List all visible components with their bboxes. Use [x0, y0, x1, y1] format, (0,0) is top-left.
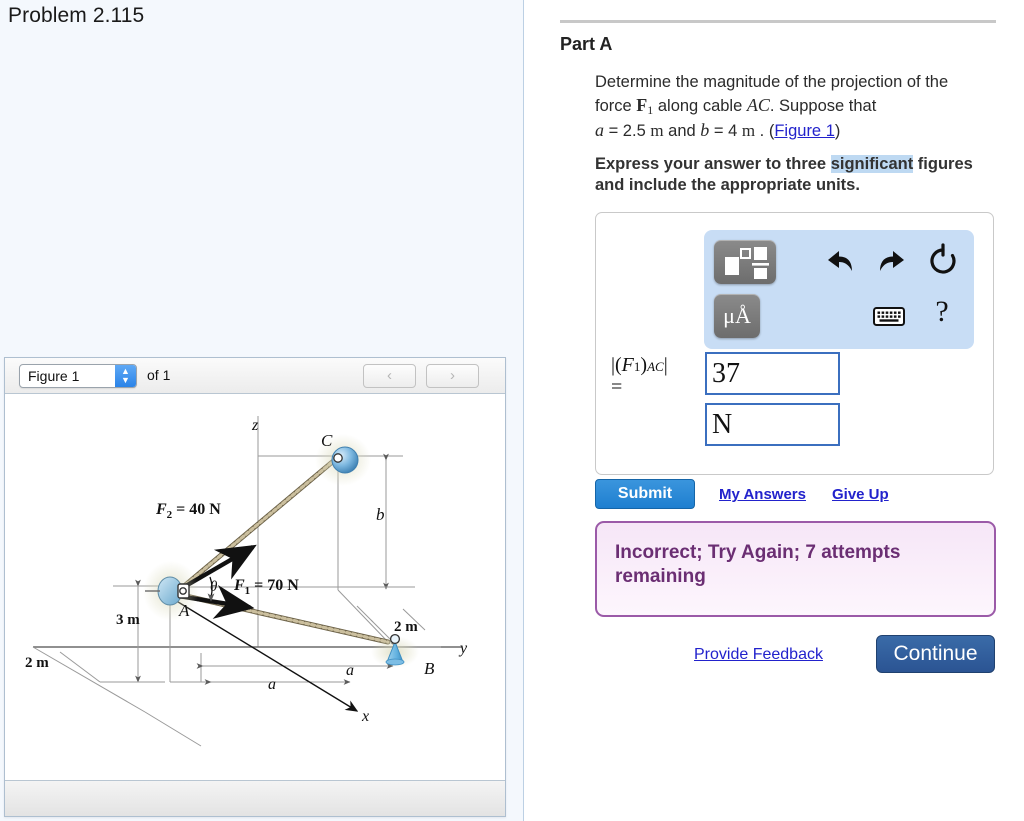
section-divider: [560, 20, 996, 23]
force-f2-label: F2 = 40 N: [155, 501, 221, 521]
dim-label-a-right: a: [346, 662, 354, 679]
variable-b-value: = 4: [709, 121, 738, 140]
provide-feedback-link[interactable]: Provide Feedback: [694, 646, 823, 664]
instructions-highlight: significant: [830, 155, 914, 173]
question-line-2-mid: along cable: [653, 96, 747, 115]
my-answers-link[interactable]: My Answers: [719, 486, 806, 503]
question-line-2-post: . Suppose that: [769, 96, 877, 115]
axis-label-y: y: [458, 640, 468, 657]
point-label-c: C: [321, 431, 333, 450]
instructions-text: Express your answer to three significant…: [595, 154, 995, 196]
answer-expression-label: |(F1)AC| =: [611, 354, 699, 398]
point-label-a: A: [178, 601, 190, 620]
answer-units-input[interactable]: [705, 403, 840, 446]
answer-expression: |(F1)AC|: [611, 354, 668, 376]
right-answer-panel: Part A Determine the magnitude of the pr…: [524, 0, 1024, 821]
dim-label-2m-right: 2 m: [394, 619, 418, 635]
dim-label-2m-left: 2 m: [25, 655, 49, 671]
left-problem-panel: Problem 2.115 Figure 1 ▲ ▼ of 1 ‹ › z y …: [0, 0, 523, 821]
keyboard-icon[interactable]: [872, 302, 906, 330]
units-button-label: μÅ: [723, 303, 751, 328]
theta-label: θ: [210, 579, 218, 595]
answer-equals: =: [611, 376, 623, 398]
question-close-paren: ): [834, 121, 841, 140]
cable-symbol: AC: [746, 94, 770, 115]
reset-icon[interactable]: [926, 242, 960, 280]
feedback-banner: Incorrect; Try Again; 7 attempts remaini…: [595, 521, 996, 617]
math-toolbar: μÅ ?: [704, 230, 974, 349]
axis-label-z: z: [251, 417, 259, 434]
force-f1-label: F1 = 70 N: [233, 577, 299, 597]
feedback-message: Incorrect; Try Again; 7 attempts remaini…: [615, 542, 901, 588]
unit-b: m: [741, 120, 756, 140]
redo-icon[interactable]: [876, 244, 908, 280]
variable-a-value: = 2.5: [604, 121, 646, 140]
figure-viewer: Figure 1 ▲ ▼ of 1 ‹ › z y x C A B θ b a …: [4, 357, 506, 817]
figure-select-value: Figure 1: [28, 368, 80, 384]
help-icon[interactable]: ?: [926, 292, 958, 332]
physics-diagram-svg: z y x C A B θ b a a F2 = 40 N F1 = 70 N …: [25, 416, 468, 747]
question-line-1: Determine the magnitude of the projectio…: [595, 73, 949, 91]
give-up-link[interactable]: Give Up: [832, 486, 889, 503]
figure-count-label: of 1: [147, 367, 171, 383]
and-text: and: [663, 121, 701, 140]
page-title: Problem 2.115: [8, 4, 145, 27]
axis-label-x: x: [361, 708, 369, 725]
part-title: Part A: [560, 34, 613, 54]
figure-select[interactable]: Figure 1 ▲ ▼: [19, 364, 137, 388]
figure-next-button[interactable]: ›: [426, 364, 479, 388]
template-icon: [725, 247, 769, 279]
point-label-b: B: [424, 659, 435, 678]
force-symbol: F: [636, 94, 648, 115]
undo-icon[interactable]: [824, 244, 856, 280]
variable-a: a: [595, 119, 604, 140]
variable-b: b: [700, 119, 710, 140]
question-period: . (: [755, 121, 775, 140]
figure-image-area: z y x C A B θ b a a F2 = 40 N F1 = 70 N …: [5, 394, 505, 780]
units-button[interactable]: μÅ: [714, 294, 760, 338]
figure-1-link[interactable]: Figure 1: [774, 122, 835, 140]
question-text: Determine the magnitude of the projectio…: [595, 72, 995, 143]
answer-value-input[interactable]: [705, 352, 840, 395]
question-line-2-pre: force: [595, 96, 637, 115]
answer-entry-box: μÅ ? |(F1)AC| = 37 N: [595, 212, 994, 475]
chevron-updown-icon[interactable]: ▲ ▼: [115, 365, 136, 387]
figure-footer-bar: [5, 780, 505, 816]
dim-label-a-bottom: a: [268, 676, 276, 693]
submit-button[interactable]: Submit: [595, 479, 695, 509]
dim-label-b: b: [376, 505, 385, 524]
continue-button[interactable]: Continue: [876, 635, 995, 673]
figure-toolbar: Figure 1 ▲ ▼ of 1 ‹ ›: [5, 358, 505, 394]
unit-a: m: [650, 120, 664, 140]
instructions-pre: Express your answer to three: [595, 155, 831, 173]
dim-label-3m: 3 m: [116, 612, 140, 628]
figure-prev-button[interactable]: ‹: [363, 364, 416, 388]
template-button[interactable]: [714, 240, 776, 284]
